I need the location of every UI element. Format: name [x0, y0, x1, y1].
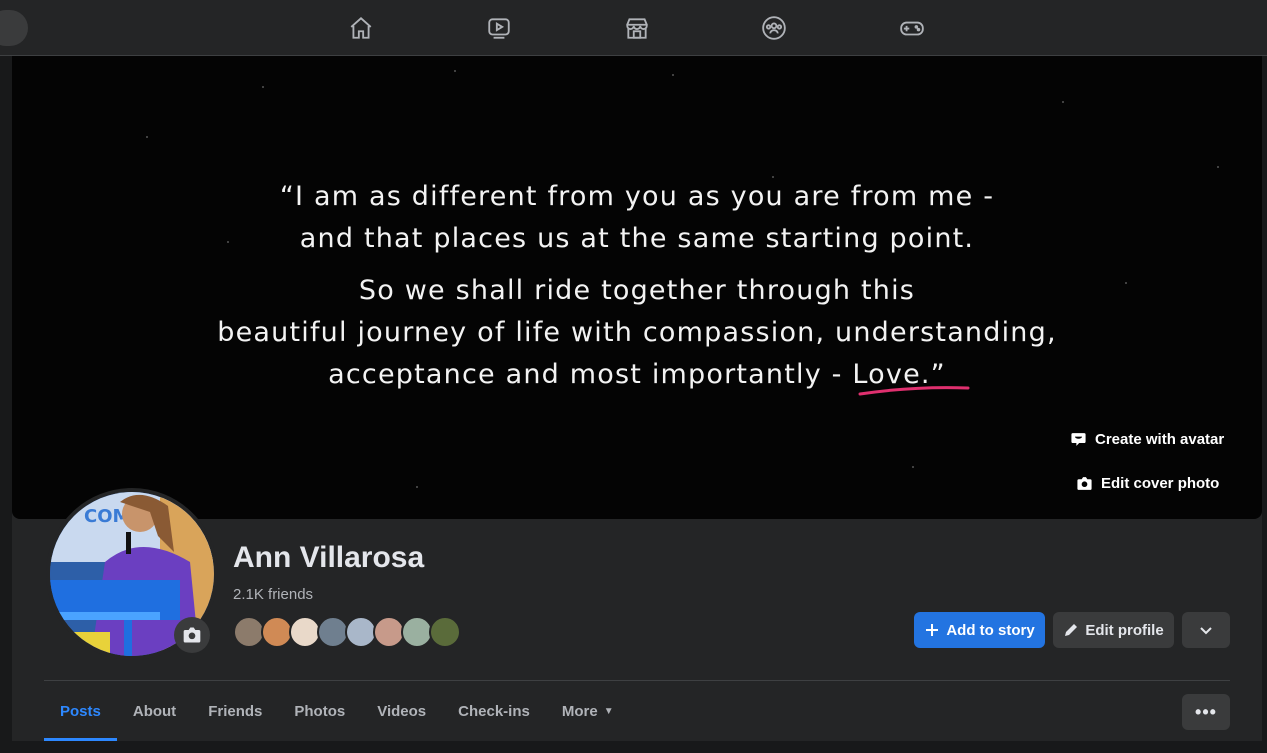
- tab-label: Check-ins: [458, 702, 530, 720]
- tab-label: More: [561, 702, 598, 720]
- quote-line: acceptance and most importantly - Love.”: [328, 359, 946, 390]
- quote-line: So we shall ride together through this: [358, 275, 916, 306]
- tab-label: Friends: [208, 702, 263, 720]
- pencil-icon: [1065, 624, 1078, 636]
- tab-label: Posts: [60, 702, 101, 720]
- profile-options-dropdown-button[interactable]: [1182, 612, 1230, 648]
- tab-label: About: [132, 702, 177, 720]
- more-options-button[interactable]: •••: [1182, 694, 1230, 730]
- camera-icon: [1077, 477, 1092, 490]
- search-button[interactable]: [0, 10, 28, 46]
- edit-cover-photo-label: Edit cover photo: [1101, 475, 1220, 492]
- profile-header: “I am as different from you as you are f…: [12, 56, 1262, 753]
- quote-line: “I am as different from you as you are f…: [279, 181, 995, 212]
- friend-avatar[interactable]: [429, 616, 461, 648]
- caret-down-icon: ▼: [603, 705, 614, 717]
- profile-name: Ann Villarosa: [233, 541, 425, 574]
- quote-line: beautiful journey of life with compassio…: [217, 317, 1057, 348]
- tab-about[interactable]: About: [117, 681, 192, 741]
- tab-check-ins[interactable]: Check-ins: [442, 681, 546, 741]
- top-navigation-bar: [0, 0, 1267, 56]
- tab-friends[interactable]: Friends: [192, 681, 278, 741]
- tab-label: Videos: [377, 702, 427, 720]
- profile-tabs: Posts About Friends Photos Videos Check-…: [44, 681, 630, 741]
- love-underline-stroke: [858, 386, 970, 396]
- tab-posts[interactable]: Posts: [44, 681, 117, 741]
- create-with-avatar-label: Create with avatar: [1095, 431, 1225, 448]
- quote-line: and that places us at the same starting …: [299, 223, 975, 254]
- home-icon[interactable]: [345, 12, 377, 44]
- gaming-icon[interactable]: [896, 12, 928, 44]
- marketplace-icon[interactable]: [621, 12, 653, 44]
- friend-avatars-row: [233, 616, 473, 648]
- camera-icon: [183, 627, 201, 643]
- cover-quote-part-2: So we shall ride together through this b…: [12, 270, 1262, 396]
- tab-more[interactable]: More ▼: [546, 681, 630, 741]
- edit-profile-button[interactable]: Edit profile: [1053, 612, 1174, 648]
- update-profile-picture-button[interactable]: [174, 617, 210, 653]
- friend-count-link[interactable]: 2.1K friends: [233, 586, 313, 603]
- tab-videos[interactable]: Videos: [361, 681, 442, 741]
- groups-icon[interactable]: [758, 12, 790, 44]
- chevron-down-icon: [1200, 627, 1212, 635]
- cover-photo[interactable]: “I am as different from you as you are f…: [12, 56, 1262, 519]
- page-background-strip: [0, 741, 1267, 753]
- tab-photos[interactable]: Photos: [278, 681, 361, 741]
- add-to-story-label: Add to story: [946, 621, 1035, 639]
- tab-label: Photos: [294, 702, 346, 720]
- create-with-avatar-button[interactable]: Create with avatar: [1070, 431, 1224, 448]
- watch-icon[interactable]: [483, 12, 515, 44]
- add-to-story-button[interactable]: Add to story: [914, 612, 1045, 648]
- plus-icon: [926, 624, 939, 636]
- edit-cover-photo-button[interactable]: Edit cover photo: [1076, 475, 1219, 492]
- cover-quote-part-1: “I am as different from you as you are f…: [12, 176, 1262, 260]
- avatar-icon: [1071, 433, 1086, 446]
- edit-profile-label: Edit profile: [1085, 621, 1164, 639]
